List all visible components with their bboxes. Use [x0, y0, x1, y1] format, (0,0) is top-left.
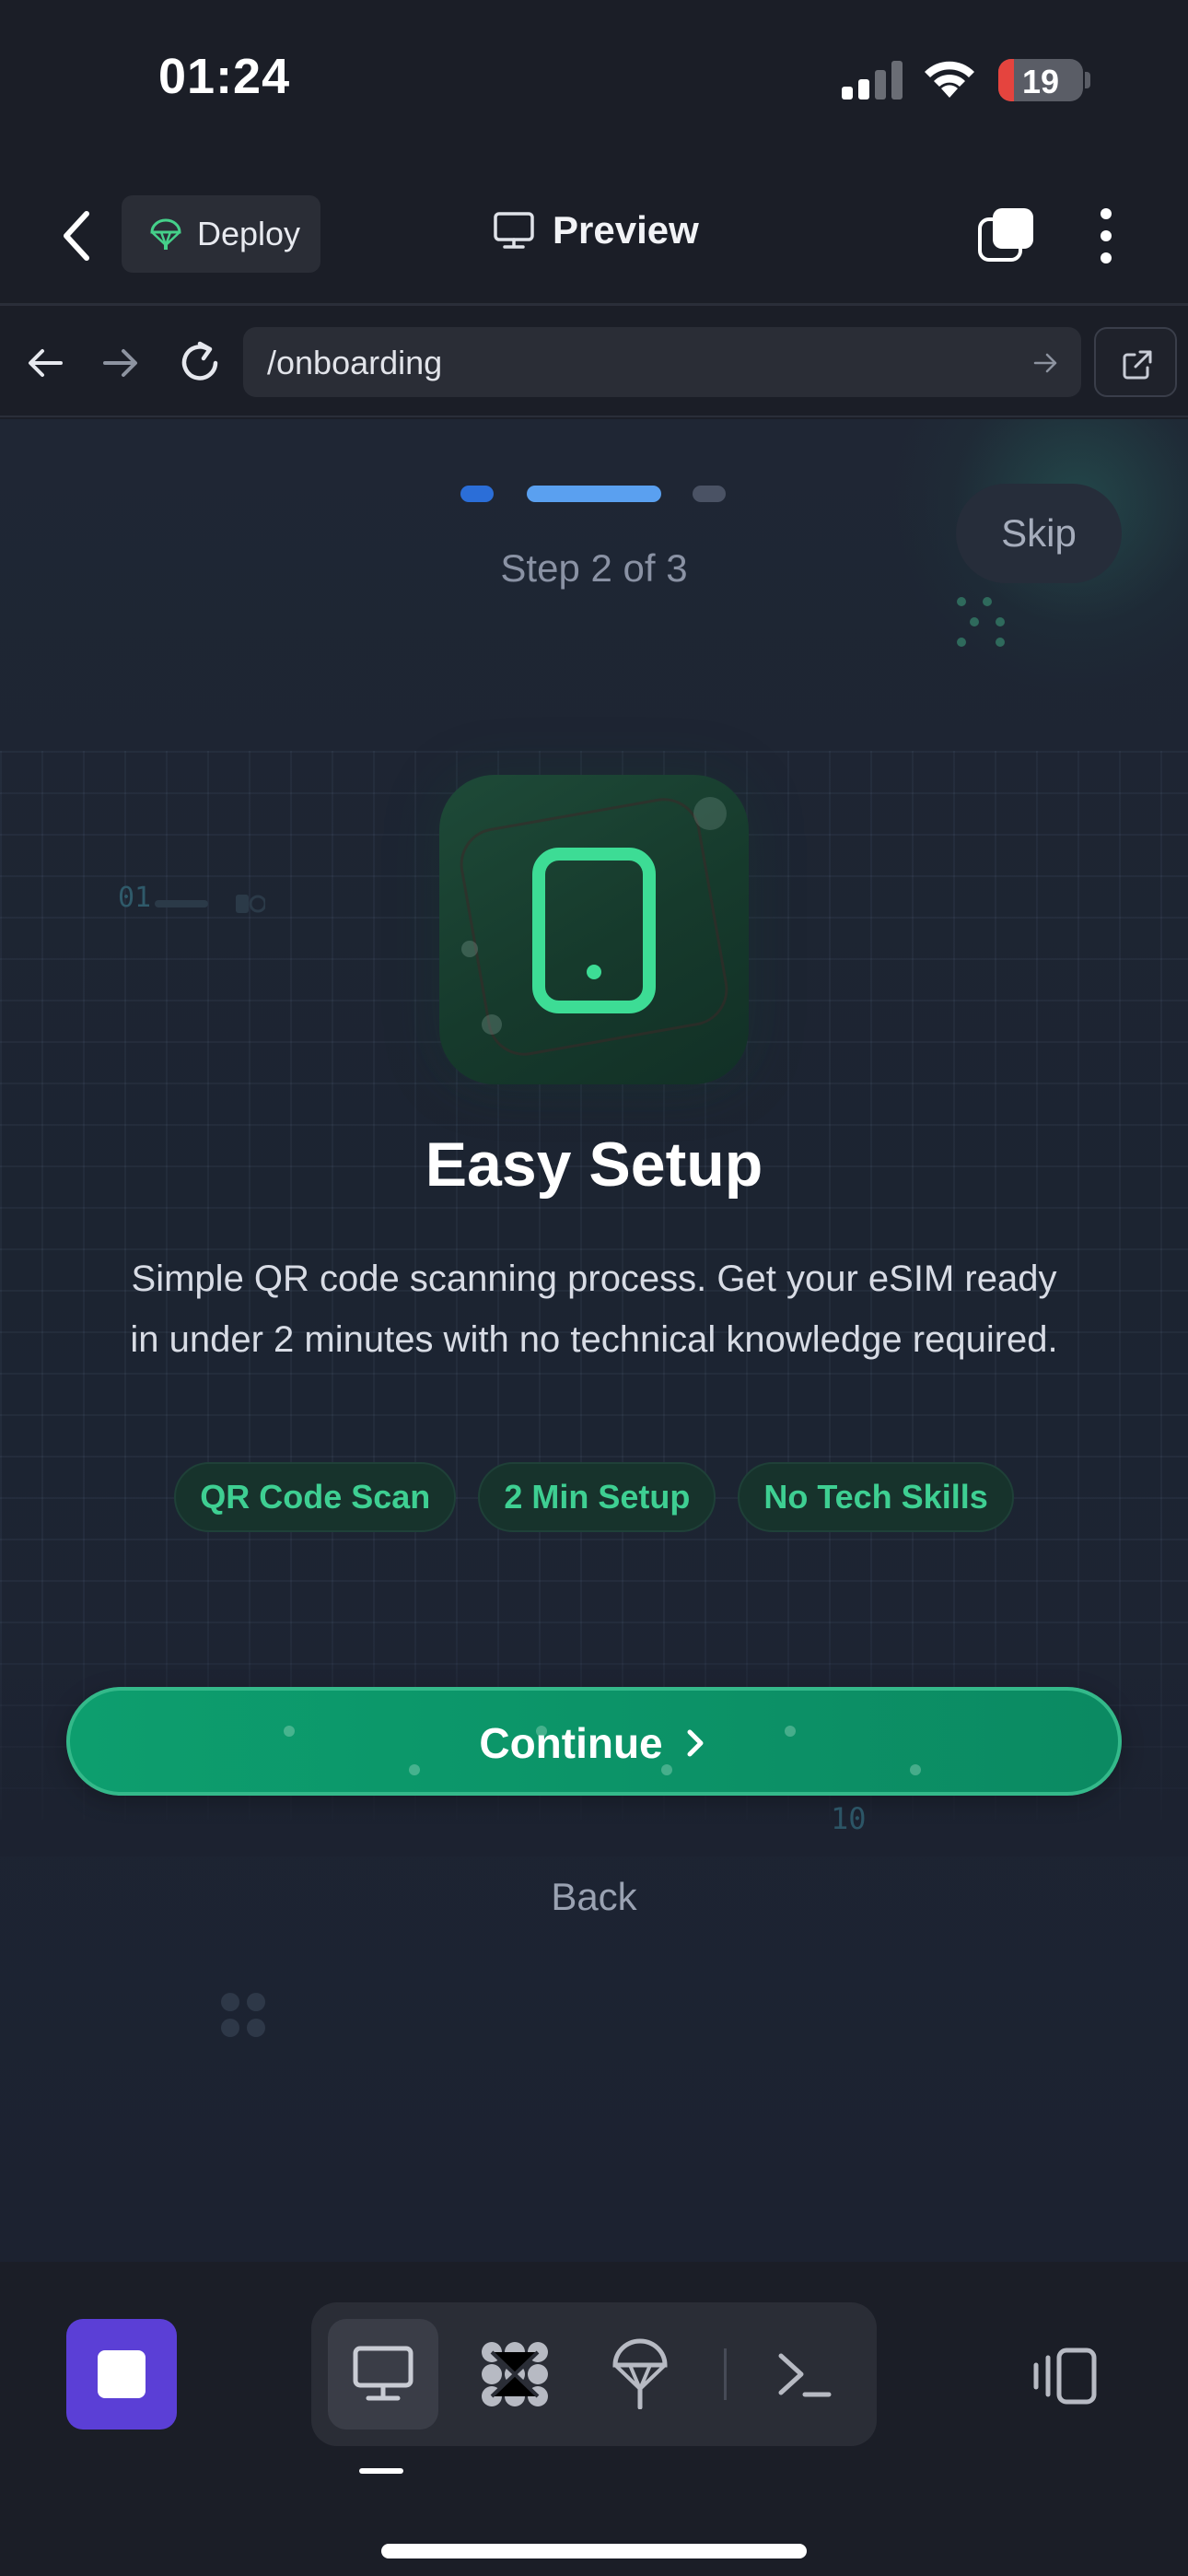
battery-percent: 19 [1021, 63, 1060, 100]
arrow-left-icon[interactable] [24, 342, 66, 384]
feature-chip: QR Code Scan [174, 1462, 457, 1532]
terminal-icon[interactable] [775, 2345, 833, 2404]
feature-icon-tile [439, 775, 749, 1084]
chevron-right-icon [687, 1729, 704, 1757]
feature-chips: QR Code Scan 2 Min Setup No Tech Skills [0, 1462, 1188, 1532]
monitor-icon [494, 212, 534, 249]
tile-dot [693, 797, 727, 830]
active-tab-indicator [359, 2468, 403, 2474]
reload-icon[interactable] [175, 338, 225, 388]
back-link[interactable]: Back [0, 1875, 1188, 1919]
smartphone-icon [532, 848, 656, 1013]
tabs-icon[interactable] [978, 206, 1035, 263]
monitor-icon [353, 2346, 413, 2401]
chip-label: 2 Min Setup [504, 1478, 691, 1516]
url-text: /onboarding [267, 344, 443, 381]
preview-label: Preview [553, 208, 699, 252]
tool-group [311, 2302, 877, 2446]
continue-content: Continue [70, 1718, 1118, 1768]
parachute-icon [150, 218, 181, 250]
preview-title: Preview [492, 208, 699, 252]
url-field[interactable]: /onboarding [243, 327, 1081, 397]
deploy-button[interactable]: Deploy [122, 195, 320, 273]
decorative-code-text: 10 [831, 1801, 867, 1836]
more-vertical-icon[interactable] [1092, 206, 1120, 265]
progress-step-1 [460, 486, 494, 502]
wifi-icon [925, 61, 974, 98]
decorative-dots-icon [957, 597, 1005, 647]
deploy-icon[interactable] [611, 2336, 669, 2409]
decorative-dots-icon [221, 1993, 265, 2037]
skip-label: Skip [1001, 511, 1077, 555]
browser-bar: /onboarding [0, 309, 1188, 417]
progress-step-2-active [527, 486, 661, 502]
continue-label: Continue [479, 1719, 663, 1767]
battery-indicator: 19 [998, 59, 1083, 101]
feature-chip: 2 Min Setup [478, 1462, 716, 1532]
open-external-button[interactable] [1094, 327, 1177, 397]
skip-button[interactable]: Skip [956, 484, 1122, 583]
bottom-toolbar [0, 2262, 1188, 2576]
continue-button[interactable]: Continue [66, 1687, 1122, 1796]
decorative-line-icon [155, 895, 265, 913]
app-header: Deploy Preview [0, 166, 1188, 306]
status-bar: 01:24 19 [0, 0, 1188, 166]
deploy-label: Deploy [197, 215, 301, 252]
chip-label: No Tech Skills [763, 1478, 988, 1516]
arrow-right-icon[interactable] [99, 342, 142, 384]
toolbar-divider [724, 2348, 727, 2400]
chip-label: QR Code Scan [200, 1478, 431, 1516]
device-toggle-icon[interactable] [1031, 2347, 1098, 2406]
feature-chip: No Tech Skills [738, 1462, 1014, 1532]
page-description: Simple QR code scanning process. Get you… [130, 1259, 1058, 1360]
signal-icon [842, 61, 903, 100]
components-icon[interactable] [479, 2339, 551, 2409]
chevron-left-icon[interactable] [57, 206, 98, 265]
stop-button[interactable] [66, 2319, 177, 2430]
tile-dot [461, 941, 478, 957]
home-indicator [381, 2544, 807, 2558]
status-time: 01:24 [158, 49, 291, 104]
external-link-icon [1123, 350, 1152, 380]
decorative-code-text: 01 [118, 882, 152, 914]
onboarding-screen: Step 2 of 3 Skip 01 Easy Setup Simple QR… [0, 419, 1188, 2262]
progress-step-3 [693, 486, 726, 502]
stop-icon [98, 2350, 146, 2398]
tile-dot [482, 1014, 502, 1035]
monitor-tool-button[interactable] [328, 2319, 438, 2430]
go-arrow-icon[interactable] [1031, 349, 1059, 377]
page-heading: Easy Setup [425, 1130, 763, 1200]
battery-nub [1085, 72, 1090, 88]
